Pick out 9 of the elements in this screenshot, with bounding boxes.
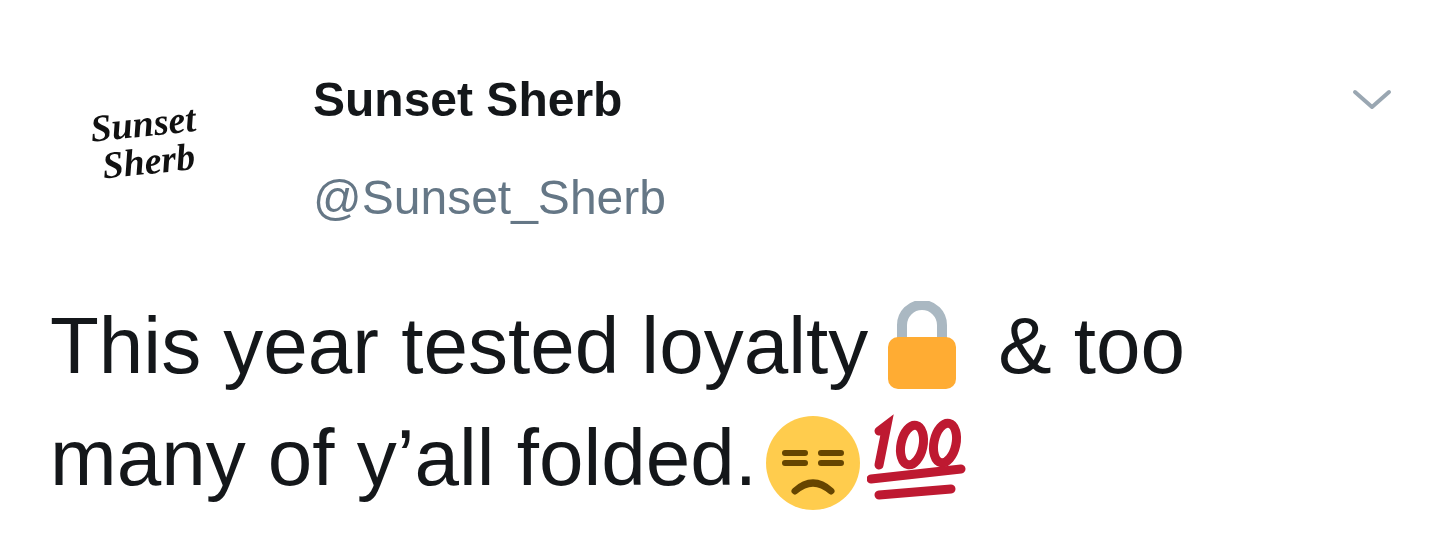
display-name: Sunset Sherb [313,72,624,128]
tweet-text: This year tested loyalty [50,302,869,390]
user-handle: @Sunset_Sherb [313,170,666,226]
tweet-text: many of y’all folded. [50,414,758,502]
padlock-icon [886,301,959,391]
unamused-emoji-icon [765,415,862,511]
chevron-down-icon[interactable] [1352,88,1392,112]
profile-logo[interactable]: Sunset Sherb [80,74,270,204]
tweet-text: & too [998,302,1185,390]
